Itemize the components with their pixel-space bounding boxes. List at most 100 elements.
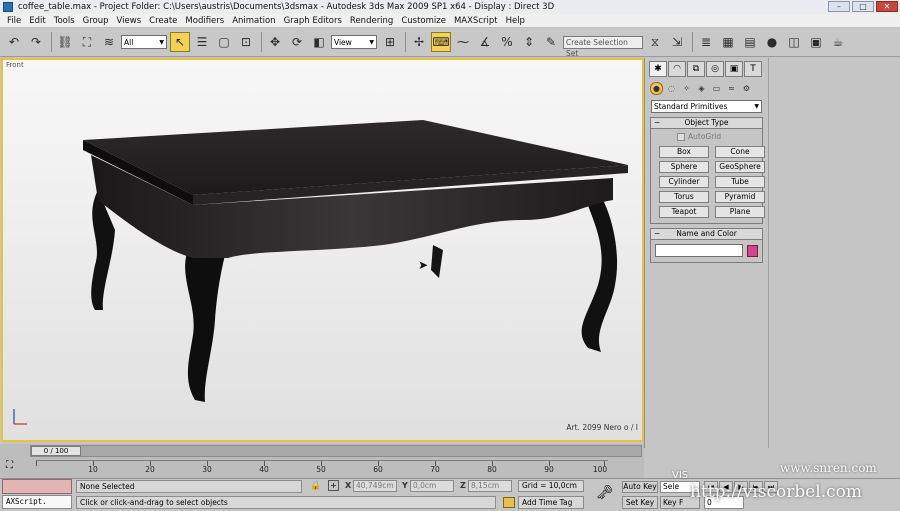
toolbar-separator [692,32,693,52]
tube-button[interactable]: Tube [715,176,765,188]
snaps-toggle-icon[interactable]: ⁓ [453,32,473,52]
helpers-icon[interactable]: ▭ [710,82,723,95]
percent-snap-icon[interactable]: % [497,32,517,52]
unlink-selection-icon[interactable]: ⛶ [77,32,97,52]
curve-editor-icon[interactable]: ▦ [718,32,738,52]
select-and-rotate-icon[interactable]: ⟳ [287,32,307,52]
add-time-tag-button[interactable]: Add Time Tag [518,496,584,509]
hierarchy-tab-icon[interactable]: ⧉ [687,61,705,77]
menu-create[interactable]: Create [145,16,181,26]
pyramid-button[interactable]: Pyramid [715,191,765,203]
display-tab-icon[interactable]: ▣ [725,61,743,77]
align-icon[interactable]: ⇲ [667,32,687,52]
teapot-button[interactable]: Teapot [659,206,709,218]
time-slider-thumb[interactable]: 0 / 100 [31,446,81,456]
select-object-icon[interactable]: ↖ [170,32,190,52]
name-and-color-rollout-header[interactable]: − Name and Color [651,229,762,240]
viewport-front[interactable]: Front ➤ Art. 2099 Nero o / I [1,58,644,442]
geosphere-button[interactable]: GeoSphere [715,161,765,173]
auto-key-button[interactable]: Auto Key [622,481,658,493]
maximize-button[interactable]: □ [852,1,874,12]
box-button[interactable]: Box [659,146,709,158]
keyboard-shortcut-override-icon[interactable]: ⌨ [431,32,451,52]
menu-help[interactable]: Help [502,16,529,26]
menu-animation[interactable]: Animation [228,16,279,26]
z-coordinate-field[interactable]: 8,15cm [468,480,512,492]
layer-manager-icon[interactable]: ≣ [696,32,716,52]
time-tag-icon[interactable] [503,497,515,508]
maxscript-listener-mini[interactable] [2,479,72,494]
redo-icon[interactable]: ↷ [26,32,46,52]
render-setup-icon[interactable]: ◫ [784,32,804,52]
torus-button[interactable]: Torus [659,191,709,203]
minimize-button[interactable]: – [828,1,850,12]
primitive-type-dropdown[interactable]: Standard Primitives ▼ [651,100,762,113]
edit-named-selection-icon[interactable]: ✎ [541,32,561,52]
menu-maxscript[interactable]: MAXScript [450,16,502,26]
named-selection-sets-field[interactable]: Create Selection Set [563,35,643,58]
spinner-snap-icon[interactable]: ⇕ [519,32,539,52]
maxscript-label[interactable]: AXScript. [2,495,72,509]
space-warps-icon[interactable]: ≈ [725,82,738,95]
object-name-input[interactable] [655,244,743,257]
lights-icon[interactable]: ✧ [680,82,693,95]
grid-spacing: Grid = 10,0cm [518,480,584,492]
x-coordinate-field[interactable]: 40,749cm [353,480,397,492]
select-and-move-icon[interactable]: ✥ [265,32,285,52]
menu-file[interactable]: File [3,16,25,26]
cylinder-button[interactable]: Cylinder [659,176,709,188]
modify-tab-icon[interactable]: ◠ [668,61,686,77]
collapse-icon: − [654,118,661,127]
y-coordinate-field[interactable]: 0,0cm [410,480,454,492]
mini-curve-editor-icon[interactable]: ⛶ [6,460,13,471]
render-production-icon[interactable]: ☕ [828,32,848,52]
utilities-tab-icon[interactable]: T [744,61,762,77]
close-button[interactable]: ✕ [876,1,898,12]
timeline-ruler[interactable]: 10 20 30 40 50 60 70 80 90 100 [36,460,608,478]
schematic-view-icon[interactable]: ▤ [740,32,760,52]
menu-views[interactable]: Views [113,16,146,26]
set-key-button[interactable]: Set Key [622,496,658,509]
object-type-rollout-header[interactable]: − Object Type [651,118,762,129]
menu-rendering[interactable]: Rendering [346,16,397,26]
shapes-icon[interactable]: ◌ [665,82,678,95]
select-by-name-icon[interactable]: ☰ [192,32,212,52]
select-and-manipulate-icon[interactable]: ✢ [409,32,429,52]
plane-button[interactable]: Plane [715,206,765,218]
angle-snap-icon[interactable]: ∡ [475,32,495,52]
3dsmax-app-icon[interactable] [3,2,13,12]
menu-tools[interactable]: Tools [50,16,79,26]
selection-lock-icon[interactable]: 🔒 [310,481,321,491]
cameras-icon[interactable]: ◈ [695,82,708,95]
autogrid-option[interactable]: AutoGrid [651,129,762,143]
sphere-button[interactable]: Sphere [659,161,709,173]
create-tab-icon[interactable]: ✱ [649,61,667,77]
select-and-link-icon[interactable]: ⛓ [55,32,75,52]
absolute-mode-icon[interactable]: + [328,480,339,491]
menu-customize[interactable]: Customize [397,16,450,26]
pivot-center-icon[interactable]: ⊞ [380,32,400,52]
window-crossing-icon[interactable]: ⊡ [236,32,256,52]
autogrid-checkbox[interactable] [677,132,685,141]
undo-icon[interactable]: ↶ [4,32,24,52]
object-color-swatch[interactable] [746,244,758,257]
time-slider[interactable]: 0 / 100 [30,445,642,457]
mirror-icon[interactable]: ⧖ [645,32,665,52]
menu-modifiers[interactable]: Modifiers [181,16,228,26]
cone-button[interactable]: Cone [715,146,765,158]
rectangular-selection-icon[interactable]: ▢ [214,32,234,52]
bind-to-space-warp-icon[interactable]: ≋ [99,32,119,52]
select-and-scale-icon[interactable]: ◧ [309,32,329,52]
geometry-icon[interactable]: ● [650,82,663,95]
rendered-frame-window-icon[interactable]: ▣ [806,32,826,52]
motion-tab-icon[interactable]: ◎ [706,61,724,77]
viewport-label[interactable]: Front [6,61,24,69]
material-editor-icon[interactable]: ● [762,32,782,52]
menu-group[interactable]: Group [79,16,113,26]
systems-icon[interactable]: ⚙ [740,82,753,95]
set-keys-icon[interactable]: 🗝 [596,485,614,501]
selection-filter-dropdown[interactable]: All ▼ [121,35,167,49]
menu-graph-editors[interactable]: Graph Editors [280,16,346,26]
menu-edit[interactable]: Edit [25,16,49,26]
reference-coordinate-dropdown[interactable]: View ▼ [331,35,377,49]
